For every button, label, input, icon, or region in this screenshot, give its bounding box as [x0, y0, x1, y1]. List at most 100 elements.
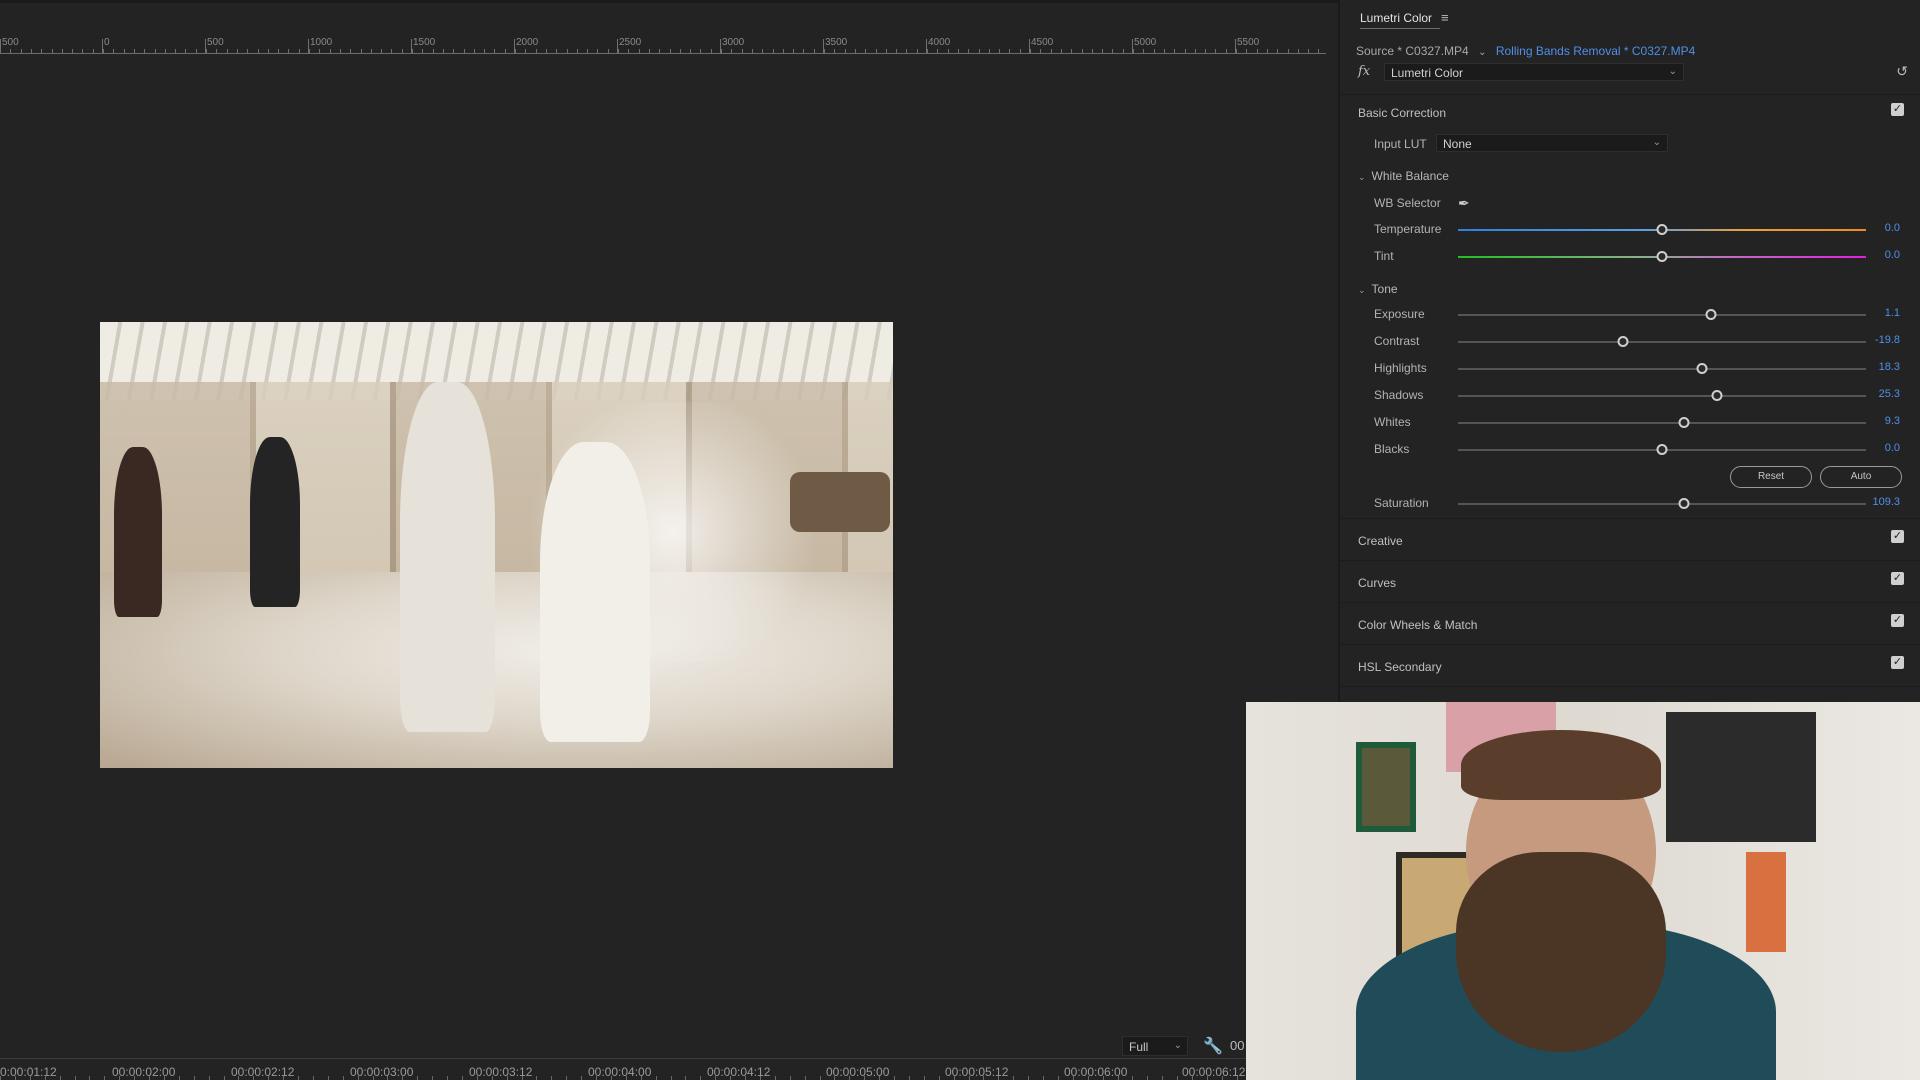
ruler-tick [751, 49, 753, 53]
auto-button[interactable]: Auto [1820, 466, 1902, 488]
white-balance-toggle[interactable]: ⌄ White Balance [1358, 169, 1449, 183]
reset-effect-icon[interactable]: ↺ [1896, 63, 1908, 80]
timeline-tick [1013, 1076, 1015, 1080]
slider-knob-blacks[interactable] [1656, 444, 1668, 455]
wrench-icon[interactable]: 🔧 [1203, 1036, 1223, 1056]
slider-value-temperature[interactable]: 0.0 [1885, 222, 1900, 234]
ruler-tick [1091, 49, 1093, 53]
timeline-tick [938, 1076, 940, 1080]
timeline-tick [551, 1076, 553, 1080]
slider-track-highlights[interactable] [1458, 363, 1866, 374]
ruler-label: 0 [104, 37, 110, 48]
section-hsl-secondary[interactable]: HSL Secondary [1358, 660, 1442, 674]
panel-tab-title[interactable]: Lumetri Color [1360, 11, 1432, 25]
timeline-tick [74, 1076, 76, 1080]
ruler-tick [607, 49, 609, 53]
ruler-tick [916, 49, 918, 53]
ruler-tick [1122, 49, 1124, 53]
timeline-tick [1147, 1076, 1149, 1080]
ruler-tick [545, 49, 547, 53]
hsl-secondary-checkbox[interactable]: ✓ [1891, 656, 1904, 669]
timeline-tick [312, 1076, 314, 1080]
tone-label: Tone [1371, 282, 1398, 296]
slider-knob-exposure[interactable] [1705, 309, 1717, 320]
slider-track-exposure[interactable] [1458, 309, 1866, 320]
slider-track-contrast[interactable] [1458, 336, 1866, 347]
ruler-tick [494, 49, 496, 53]
ruler-tick [154, 49, 156, 53]
ruler-tick [1060, 49, 1062, 53]
ruler-major-tick [411, 39, 412, 53]
ruler-tick [360, 49, 362, 53]
ruler-tick [1050, 49, 1052, 53]
curves-checkbox[interactable]: ✓ [1891, 572, 1904, 585]
timeline-tick [804, 1076, 806, 1080]
source-label[interactable]: Source * C0327.MP4 [1356, 44, 1469, 58]
ruler-major-tick [1029, 39, 1030, 53]
timeline-tick [342, 1076, 344, 1080]
ruler-tick [1112, 49, 1114, 53]
ruler-tick [1102, 49, 1104, 53]
slider-knob-whites[interactable] [1678, 417, 1690, 428]
basic-correction-checkbox[interactable]: ✓ [1891, 103, 1904, 116]
input-lut-select[interactable]: None ⌄ [1436, 134, 1668, 152]
ruler-tick [854, 49, 856, 53]
hamburger-icon[interactable]: ≡ [1441, 10, 1449, 25]
timecode-label: 00:00:02:12 [231, 1065, 295, 1079]
slider-value-highlights[interactable]: 18.3 [1879, 361, 1900, 373]
slider-value-exposure[interactable]: 1.1 [1885, 307, 1900, 319]
resolution-select[interactable]: Full ⌄ [1122, 1036, 1188, 1056]
section-divider [1340, 644, 1920, 645]
section-creative[interactable]: Creative [1358, 534, 1403, 548]
eyedropper-icon[interactable]: ✒ [1458, 195, 1470, 212]
fx-icon[interactable]: fx [1358, 64, 1370, 79]
ruler-tick [772, 49, 774, 53]
ruler-tick [309, 49, 310, 53]
timecode-label: 00:00:02:00 [112, 1065, 176, 1079]
ruler-tick [329, 49, 331, 53]
timeline-tick [700, 1076, 702, 1080]
slider-value-whites[interactable]: 9.3 [1885, 415, 1900, 427]
lumetri-color-panel: Lumetri Color ≡ Source * C0327.MP4 ⌄ Rol… [1338, 0, 1920, 702]
fx-effect-select[interactable]: Lumetri Color ⌄ [1384, 63, 1684, 81]
section-curves[interactable]: Curves [1358, 576, 1396, 590]
ruler-tick [41, 49, 43, 53]
video-frame-wedding-dance[interactable] [100, 322, 893, 768]
slider-track-saturation[interactable] [1458, 498, 1866, 509]
slider-value-shadows[interactable]: 25.3 [1879, 388, 1900, 400]
section-divider [1340, 602, 1920, 603]
ruler-tick [319, 49, 321, 53]
slider-knob-saturation[interactable] [1678, 498, 1690, 509]
ruler-major-tick [720, 39, 721, 53]
slider-track-whites[interactable] [1458, 417, 1866, 428]
slider-track-blacks[interactable] [1458, 444, 1866, 455]
reset-button[interactable]: Reset [1730, 466, 1812, 488]
timeline-tick [670, 1076, 672, 1080]
groom-figure [400, 382, 495, 732]
ruler-tick [123, 49, 125, 53]
chevron-down-icon[interactable]: ⌄ [1478, 47, 1486, 58]
slider-value-contrast[interactable]: -19.8 [1875, 334, 1900, 346]
color-wheels-checkbox[interactable]: ✓ [1891, 614, 1904, 627]
tone-toggle[interactable]: ⌄ Tone [1358, 282, 1398, 296]
slider-knob-temperature[interactable] [1656, 224, 1668, 235]
section-color-wheels[interactable]: Color Wheels & Match [1358, 618, 1477, 632]
clip-label[interactable]: Rolling Bands Removal * C0327.MP4 [1496, 44, 1695, 58]
slider-value-blacks[interactable]: 0.0 [1885, 442, 1900, 454]
slider-track-temperature[interactable] [1458, 224, 1866, 235]
slider-knob-shadows[interactable] [1711, 390, 1723, 401]
slider-knob-contrast[interactable] [1617, 336, 1629, 347]
slider-knob-highlights[interactable] [1696, 363, 1708, 374]
slider-track-shadows[interactable] [1458, 390, 1866, 401]
wall-frame-green [1356, 742, 1416, 832]
section-basic-correction[interactable]: Basic Correction [1358, 106, 1446, 120]
slider-value-tint[interactable]: 0.0 [1885, 249, 1900, 261]
creative-checkbox[interactable]: ✓ [1891, 530, 1904, 543]
timecode-display[interactable]: 00 [1230, 1038, 1244, 1053]
slider-track-tint[interactable] [1458, 251, 1866, 262]
ruler-major-tick [926, 39, 927, 53]
slider-knob-tint[interactable] [1656, 251, 1668, 262]
chevron-down-icon: ⌄ [1358, 172, 1366, 182]
slider-value-saturation[interactable]: 109.3 [1872, 496, 1900, 508]
slider-label-contrast: Contrast [1374, 334, 1420, 348]
